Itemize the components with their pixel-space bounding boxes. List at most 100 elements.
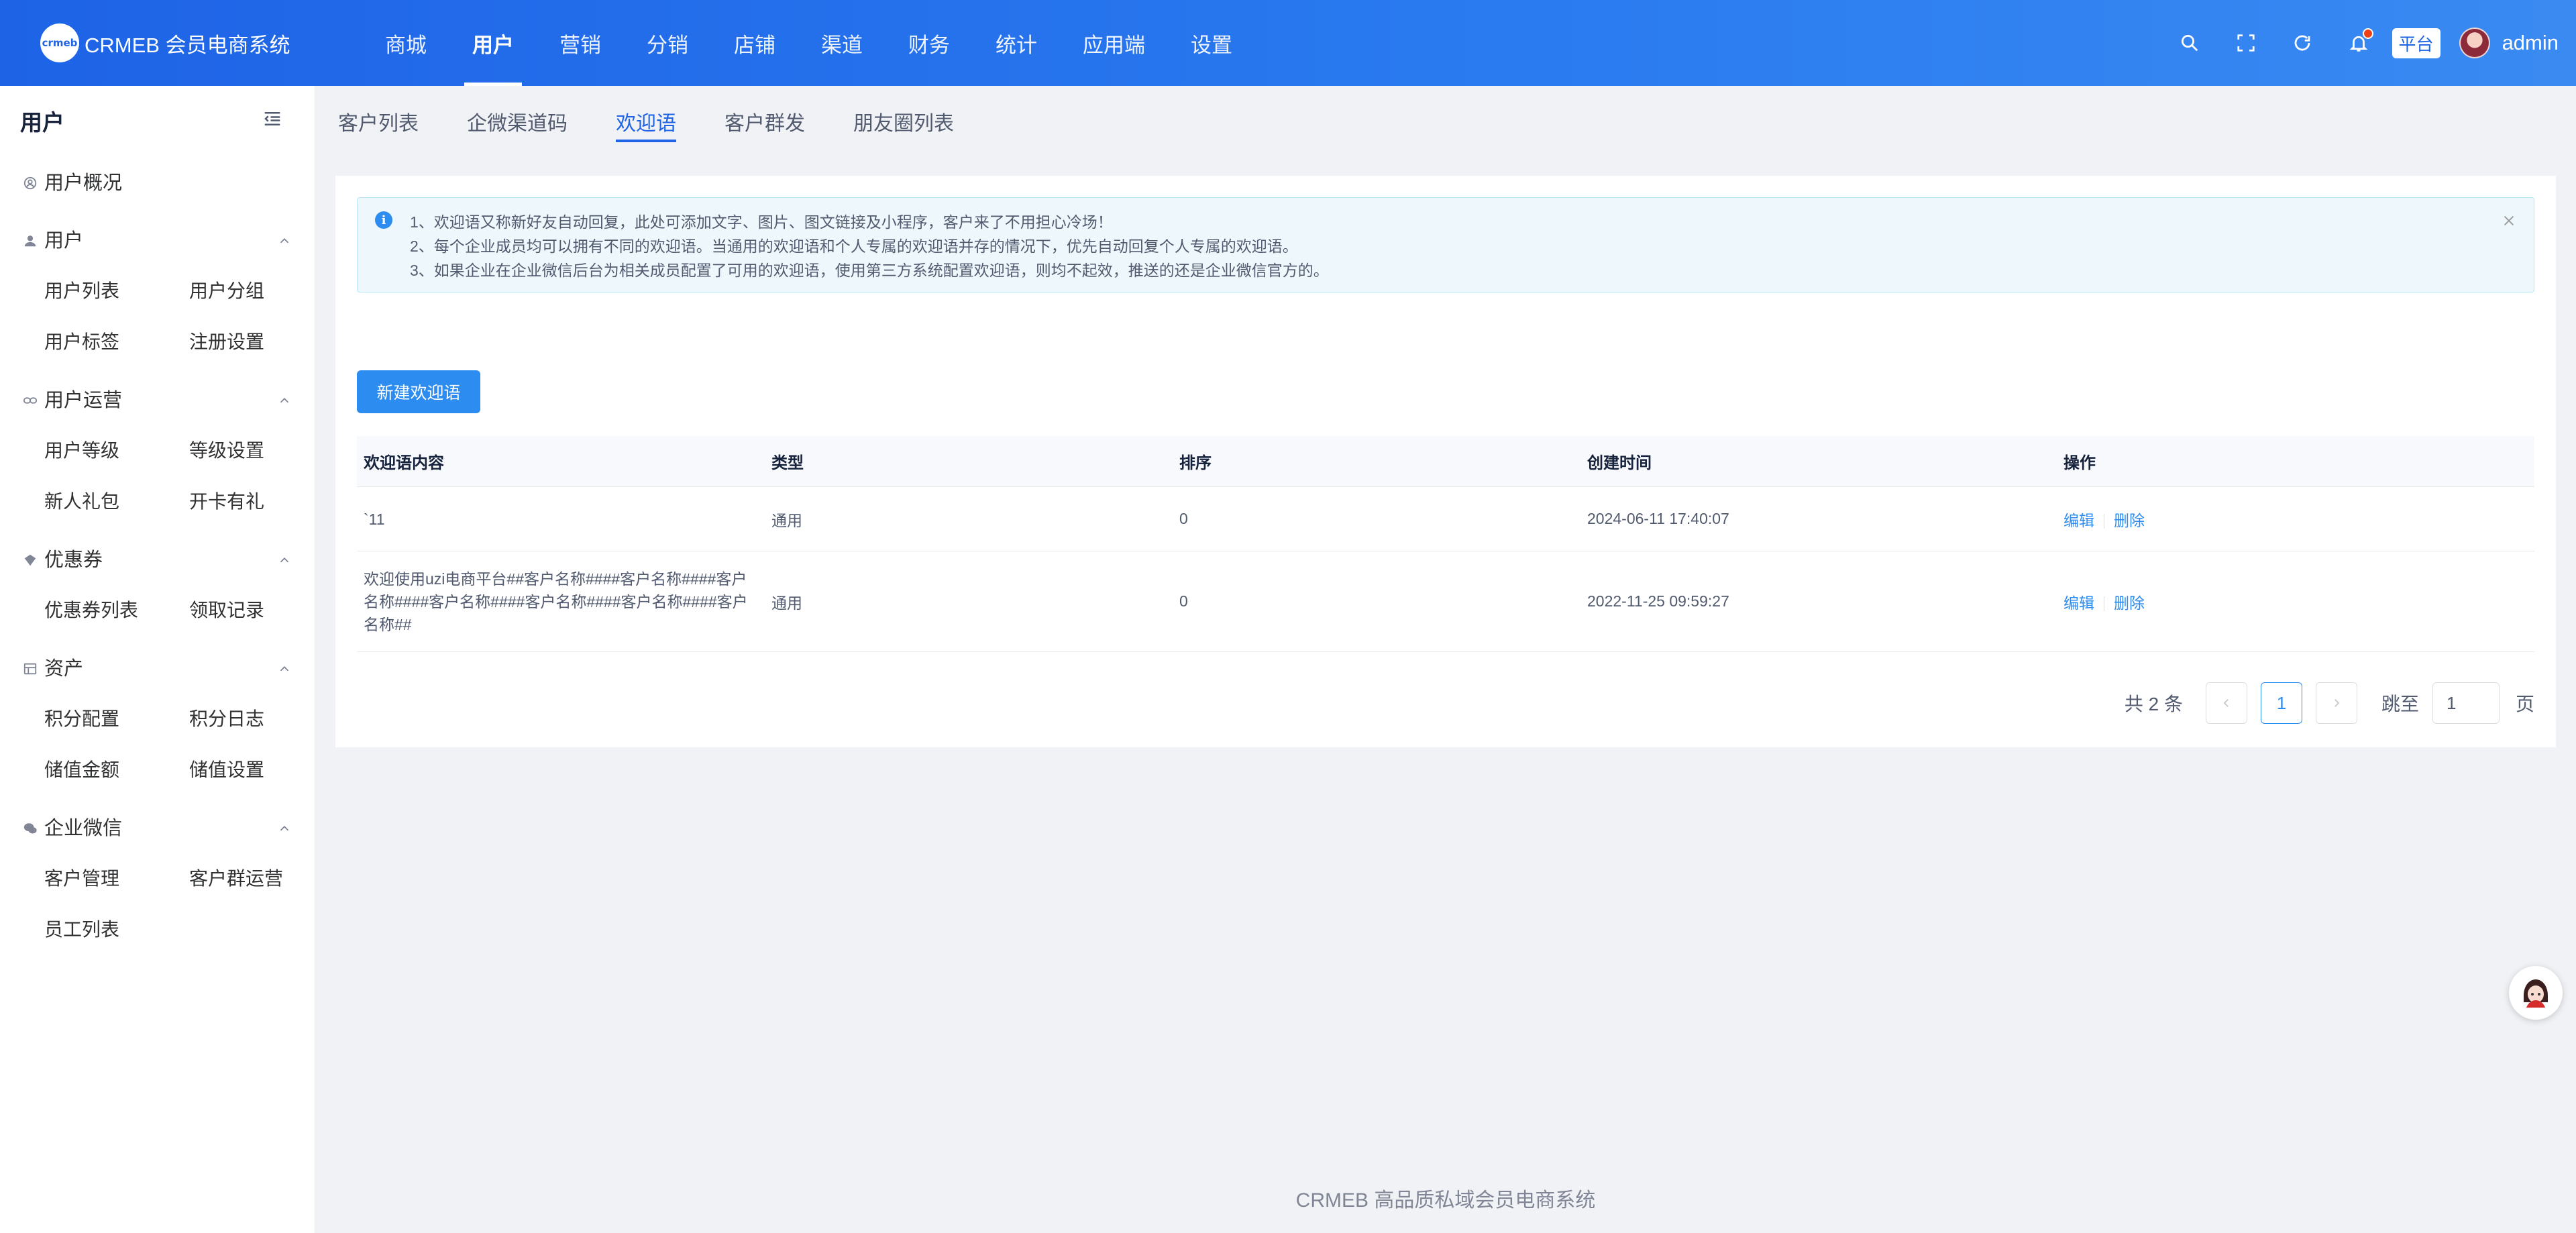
username[interactable]: admin bbox=[2502, 31, 2559, 55]
sidebar-group-head[interactable]: 资产 bbox=[0, 641, 315, 692]
topnav-item-store[interactable]: 店铺 bbox=[711, 0, 798, 86]
app-name: CRMEB 会员电商系统 bbox=[85, 33, 290, 57]
tab-welcome-message[interactable]: 欢迎语 bbox=[616, 86, 676, 157]
notification-dot bbox=[2362, 28, 2373, 39]
sidebar-item-group-ops[interactable]: 客户群运营 bbox=[189, 852, 334, 903]
column-header-content: 欢迎语内容 bbox=[364, 454, 444, 472]
top-nav: 商城 用户 营销 分销 店铺 渠道 财务 统计 应用端 设置 bbox=[362, 0, 1255, 86]
topnav-item-settings[interactable]: 设置 bbox=[1168, 0, 1255, 86]
sidebar-group-head[interactable]: 企业微信 bbox=[0, 801, 315, 852]
bell-icon[interactable] bbox=[2330, 15, 2387, 71]
page-unit-label: 页 bbox=[2515, 694, 2534, 714]
edit-link[interactable]: 编辑 bbox=[2063, 512, 2094, 529]
platform-tag[interactable]: 平台 bbox=[2392, 28, 2440, 58]
table-header-row: 欢迎语内容 类型 排序 创建时间 操作 bbox=[357, 436, 2534, 487]
sidebar-item-points-config[interactable]: 积分配置 bbox=[44, 692, 189, 743]
footer-copyright: CRMEB 高品质私域会员电商系统 bbox=[1295, 1189, 1596, 1212]
page-number-current[interactable]: 1 bbox=[2260, 682, 2302, 724]
sidebar-item-claim-records[interactable]: 领取记录 bbox=[189, 584, 334, 635]
sidebar-item-user-group[interactable]: 用户分组 bbox=[189, 264, 334, 315]
topnav-item-statistics[interactable]: 统计 bbox=[973, 0, 1060, 86]
table-row: 欢迎使用uzi电商平台##客户名称####客户名称####客户名称####客户名… bbox=[357, 551, 2534, 652]
chevron-up-icon bbox=[277, 391, 292, 406]
cell-actions: 编辑 删除 bbox=[2057, 508, 2534, 531]
tab-channel-code[interactable]: 企微渠道码 bbox=[467, 86, 568, 157]
asset-icon bbox=[23, 659, 38, 675]
topnav-item-distribution[interactable]: 分销 bbox=[624, 0, 711, 86]
tab-mass-message[interactable]: 客户群发 bbox=[724, 86, 805, 157]
next-page-button[interactable] bbox=[2315, 682, 2357, 724]
sidebar-item-coupon-list[interactable]: 优惠券列表 bbox=[44, 584, 189, 635]
sidebar-item-card-gift[interactable]: 开卡有礼 bbox=[189, 475, 334, 526]
user-circle-icon bbox=[23, 174, 38, 190]
pagination-total: 共 2 条 bbox=[2124, 694, 2183, 714]
welcome-table: 欢迎语内容 类型 排序 创建时间 操作 `11 通用 0 2024-06-11 … bbox=[357, 436, 2534, 652]
sidebar-group-user: 用户 用户列表 用户分组 用户标签 注册设置 bbox=[0, 213, 315, 366]
menu-collapse-icon[interactable] bbox=[262, 109, 282, 133]
sidebar-group-coupon: 优惠券 优惠券列表 领取记录 bbox=[0, 533, 315, 635]
column-header-created: 创建时间 bbox=[1587, 454, 1652, 472]
tab-customer-list[interactable]: 客户列表 bbox=[338, 86, 419, 157]
info-icon: i bbox=[375, 211, 392, 229]
sidebar-item-level-settings[interactable]: 等级设置 bbox=[189, 424, 334, 475]
column-header-type: 类型 bbox=[771, 454, 804, 472]
sidebar-item-staff-list[interactable]: 员工列表 bbox=[44, 903, 189, 954]
topnav-item-user[interactable]: 用户 bbox=[449, 0, 537, 86]
sidebar-item-user-level[interactable]: 用户等级 bbox=[44, 424, 189, 475]
cell-actions: 编辑 删除 bbox=[2057, 590, 2534, 613]
chevron-up-icon bbox=[277, 659, 292, 674]
notice-line: 2、每个企业成员均可以拥有不同的欢迎语。当通用的欢迎语和个人专属的欢迎语并存的情… bbox=[410, 237, 1298, 255]
edit-link[interactable]: 编辑 bbox=[2063, 594, 2094, 612]
tab-moments-list[interactable]: 朋友圈列表 bbox=[853, 86, 954, 157]
sidebar-item-newcomer-gift[interactable]: 新人礼包 bbox=[44, 475, 189, 526]
column-header-sort: 排序 bbox=[1179, 454, 1212, 472]
sidebar-group-user-ops: 用户运营 用户等级 等级设置 新人礼包 开卡有礼 bbox=[0, 373, 315, 526]
column-header-actions: 操作 bbox=[2063, 454, 2096, 472]
table-card: 新建欢迎语 欢迎语内容 类型 排序 创建时间 操作 `11 通用 0 2024-… bbox=[335, 349, 2556, 747]
sidebar-item-customer-mgmt[interactable]: 客户管理 bbox=[44, 852, 189, 903]
sidebar-title: 用户 bbox=[20, 110, 64, 135]
topnav-item-finance[interactable]: 财务 bbox=[885, 0, 973, 86]
chevron-up-icon bbox=[277, 551, 292, 566]
cell-content: `11 bbox=[364, 510, 385, 528]
wechat-icon bbox=[23, 819, 38, 834]
fullscreen-icon[interactable] bbox=[2218, 15, 2274, 71]
sidebar-item-stored-amount[interactable]: 储值金额 bbox=[44, 743, 189, 794]
sidebar-group-wecom: 企业微信 客户管理 客户群运营 员工列表 bbox=[0, 801, 315, 954]
sidebar-item-user-tag[interactable]: 用户标签 bbox=[44, 315, 189, 366]
notice-line: 1、欢迎语又称新好友自动回复，此处可添加文字、图片、图文链接及小程序，客户来了不… bbox=[410, 213, 1113, 231]
sidebar-group-head[interactable]: 用户运营 bbox=[0, 373, 315, 424]
avatar[interactable] bbox=[2459, 28, 2490, 58]
header-actions: 平台 admin bbox=[2161, 0, 2559, 86]
refresh-icon[interactable] bbox=[2274, 15, 2330, 71]
sidebar-group-label: 用户 bbox=[44, 230, 84, 252]
delete-link[interactable]: 删除 bbox=[2114, 512, 2145, 529]
sidebar-item-label: 用户概况 bbox=[44, 172, 123, 194]
coupon-icon bbox=[23, 551, 38, 566]
customer-service-icon[interactable] bbox=[2509, 966, 2563, 1020]
search-icon[interactable] bbox=[2161, 15, 2218, 71]
sidebar-item-stored-settings[interactable]: 储值设置 bbox=[189, 743, 334, 794]
topnav-item-channel[interactable]: 渠道 bbox=[798, 0, 885, 86]
table-row: `11 通用 0 2024-06-11 17:40:07 编辑 删除 bbox=[357, 487, 2534, 551]
sidebar-item-overview[interactable]: 用户概况 bbox=[0, 156, 315, 207]
app-logo[interactable]: crmeb CRMEB 会员电商系统 bbox=[40, 23, 322, 62]
sidebar-group-head[interactable]: 用户 bbox=[0, 213, 315, 264]
topnav-item-apps[interactable]: 应用端 bbox=[1060, 0, 1168, 86]
new-welcome-button[interactable]: 新建欢迎语 bbox=[357, 370, 480, 413]
cell-sort: 0 bbox=[1179, 592, 1188, 610]
sidebar-item-register-settings[interactable]: 注册设置 bbox=[189, 315, 334, 366]
close-icon[interactable] bbox=[2502, 211, 2518, 227]
chevron-up-icon bbox=[277, 231, 292, 246]
sidebar-group-head[interactable]: 优惠券 bbox=[0, 533, 315, 584]
prev-page-button[interactable] bbox=[2205, 682, 2247, 724]
topnav-item-marketing[interactable]: 营销 bbox=[537, 0, 624, 86]
sidebar-item-user-list[interactable]: 用户列表 bbox=[44, 264, 189, 315]
sidebar-header: 用户 bbox=[0, 86, 315, 156]
delete-link[interactable]: 删除 bbox=[2114, 594, 2145, 612]
jump-page-input[interactable]: 1 bbox=[2432, 682, 2500, 724]
main-content: 客户列表 企微渠道码 欢迎语 客户群发 朋友圈列表 i 1、欢迎语又称新好友自动… bbox=[315, 86, 2576, 1233]
sidebar-item-points-log[interactable]: 积分日志 bbox=[189, 692, 334, 743]
topnav-item-mall[interactable]: 商城 bbox=[362, 0, 449, 86]
cell-sort: 0 bbox=[1179, 510, 1188, 527]
